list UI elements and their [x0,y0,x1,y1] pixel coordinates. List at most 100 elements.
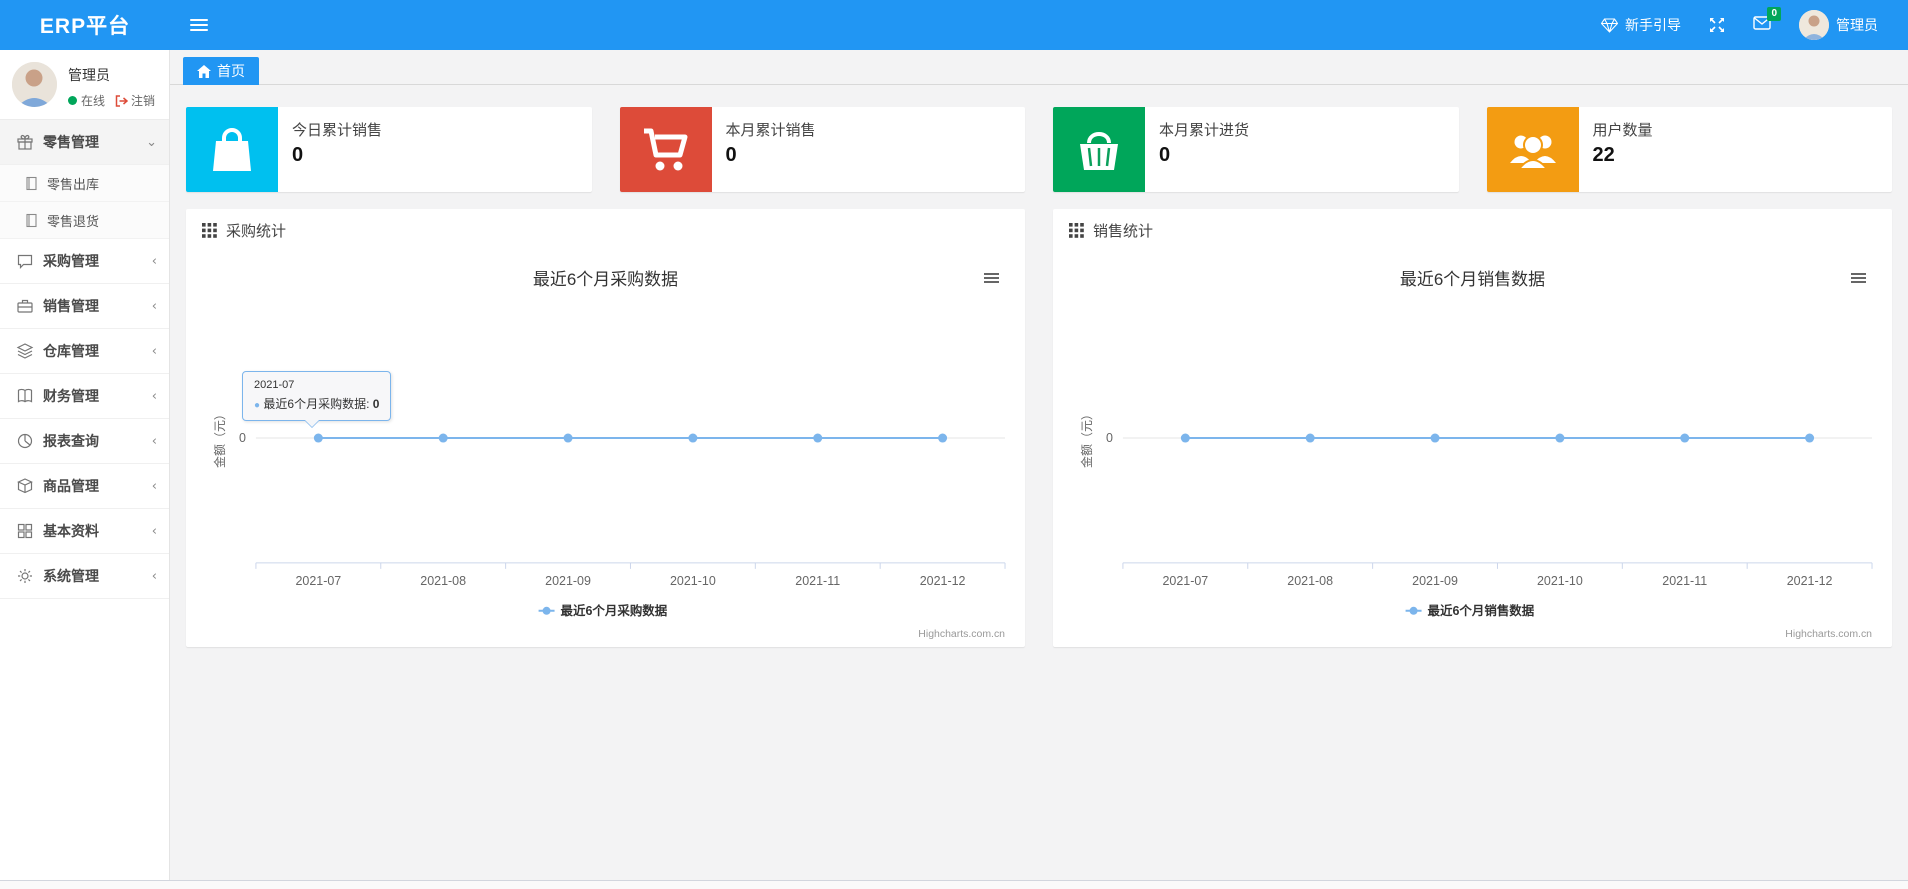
y-axis-tick: 0 [239,431,246,445]
top-navbar: ERP平台 新手引导 0 管理员 [0,0,1908,50]
x-axis-label: 2021-08 [1287,574,1333,588]
grid-icon [17,523,33,539]
th-grid-icon [1069,222,1084,238]
chevron-left-icon: ‹ [151,388,157,404]
data-point [688,433,698,443]
data-point [313,433,323,443]
chart-credits: Highcharts.com.cn [1785,629,1872,640]
tooltip-value: 0 [372,397,380,411]
legend-item[interactable]: 最近6个月采购数据 [538,603,668,618]
x-axis-label: 2021-11 [1662,574,1707,588]
data-point [1805,433,1815,443]
tooltip-category: 2021-07 [254,379,295,391]
sidebar-item-reports[interactable]: 报表查询 ‹ [0,419,169,464]
sidebar-item-retail-return[interactable]: 零售退货 [0,202,169,239]
main-content: 首页 今日累计销售 0 本月累计销售 0 本月累计进货 0 用户数量 22 采购… [170,50,1908,880]
chevron-left-icon: ‹ [151,478,157,494]
sidebar-menu: 零售管理 ⌄ 零售出库 零售退货 采购管理 ‹ 销售管理 ‹ 仓库管理 ‹ 财务… [0,119,169,599]
user-name: 管理员 [1836,17,1878,33]
line-chart-svg: 最近6个月采购数据 2021-07 2021-08 2021-09 2021-10 202… [212,270,1006,640]
users-icon [1509,134,1556,170]
footer [0,880,1908,889]
legend-item[interactable]: 最近6个月销售数据 [1405,603,1535,618]
fullscreen-button[interactable] [1709,17,1725,33]
x-axis-label: 2021-09 [545,574,591,588]
user-menu[interactable]: 管理员 [1799,10,1878,40]
sidebar-item-finance[interactable]: 财务管理 ‹ [0,374,169,419]
data-point [1555,433,1565,443]
sidebar-item-basic-data[interactable]: 基本资料 ‹ [0,509,169,554]
stat-card-month-sales: 本月累计销售 0 [619,107,1025,192]
file-icon [26,213,37,227]
sidebar-item-system[interactable]: 系统管理 ‹ [0,554,169,599]
chart-context-menu-button[interactable] [980,267,1003,289]
purchase-chart: 最近6个月采购数据 2021-07 2021-08 2021-09 2021-10 202… [186,251,1025,647]
file-icon [26,176,37,190]
sidebar-user-avatar [12,62,57,107]
chevron-left-icon: ‹ [151,433,157,449]
tab-home[interactable]: 首页 [183,57,259,85]
sidebar-item-goods[interactable]: 商品管理 ‹ [0,464,169,509]
stat-card-user-count: 用户数量 22 [1486,107,1892,192]
data-point [938,433,948,443]
app-brand: ERP平台 [39,15,131,38]
sidebar-user-name: 管理员 [68,67,110,83]
sidebar-item-retail-out[interactable]: 零售出库 [0,165,169,202]
chart-title: 最近6个月采购数据 [533,270,678,289]
sidebar-item-warehouse[interactable]: 仓库管理 ‹ [0,329,169,374]
guide-label: 新手引导 [1625,17,1681,33]
x-axis-label: 2021-10 [1537,574,1583,588]
sales-stats-panel: 销售统计 最近6个月销售数据 2021-07 2021-08 2021-09 2021-… [1053,209,1892,647]
data-point [813,433,823,443]
mail-badge: 0 [1767,6,1781,21]
series-marker-icon: ● [254,400,261,411]
box-icon [17,478,33,494]
user-avatar [1799,10,1829,40]
gift-icon [17,134,33,150]
chart-context-menu-button[interactable] [1847,267,1870,289]
sidebar-toggle-button[interactable] [180,6,218,44]
sidebar-item-purchase[interactable]: 采购管理 ‹ [0,239,169,284]
tab-home-label: 首页 [217,63,245,79]
x-axis-label: 2021-12 [920,574,966,588]
chart-credits: Highcharts.com.cn [918,629,1005,640]
stat-card-today-sales: 今日累计销售 0 [186,107,592,192]
chevron-left-icon: ‹ [151,343,157,359]
tooltip-arrow [305,420,319,427]
x-axis-label: 2021-12 [1787,574,1833,588]
data-point [1430,433,1440,443]
y-axis-title: 金额（元） [212,408,227,468]
data-point [1305,433,1315,443]
stat-label: 本月累计进货 [1159,122,1250,139]
sidebar-subitem-label: 零售出库 [47,176,100,192]
sidebar-item-retail[interactable]: 零售管理 ⌄ [0,120,169,165]
home-icon [197,64,211,78]
briefcase-icon [17,299,33,313]
x-axis-label: 2021-07 [295,574,341,588]
guide-button[interactable]: 新手引导 [1601,15,1681,35]
x-axis-label: 2021-07 [1162,574,1208,588]
sign-out-icon [115,94,129,107]
sidebar-user-panel: 管理员 在线 注销 [0,50,169,119]
x-axis-label: 2021-10 [670,574,716,588]
sidebar-item-sales[interactable]: 销售管理 ‹ [0,284,169,329]
cart-icon [643,128,687,170]
messages-button[interactable]: 0 [1753,6,1781,35]
data-point [438,433,448,443]
book-icon [17,388,33,403]
data-point [1680,433,1690,443]
fullscreen-icon [1710,18,1724,32]
stat-value: 0 [292,144,304,166]
legend-label: 最近6个月销售数据 [1428,603,1535,618]
stat-label: 今日累计销售 [292,122,383,139]
layers-icon [16,343,34,359]
online-status-label: 在线 [81,94,106,108]
sidebar: 管理员 在线 注销 零售管理 ⌄ 零售出库 零售退货 采购管理 ‹ 销售管理 ‹… [0,50,170,889]
stat-card-month-purchase: 本月累计进货 0 [1053,107,1459,192]
chevron-left-icon: ‹ [151,298,157,314]
sidebar-item-label: 零售管理 [43,134,99,150]
logout-link[interactable]: 注销 [115,92,155,109]
panel-title: 采购统计 [226,222,287,240]
legend-label: 最近6个月采购数据 [561,603,668,618]
breadcrumb: 首页 [170,50,1908,85]
